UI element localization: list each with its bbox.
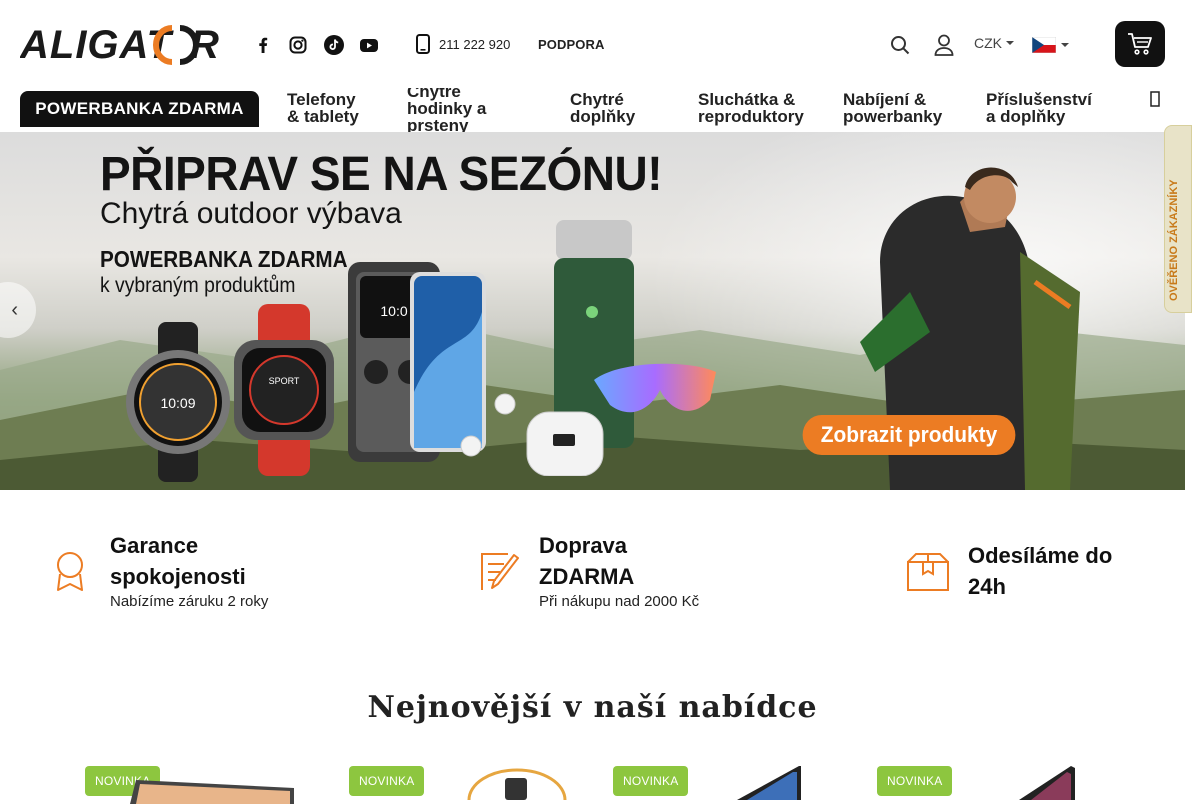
newest-products-heading: Nejnovější v naší nabídce bbox=[367, 690, 818, 725]
phone-number: 211 222 920 bbox=[439, 36, 511, 52]
benefit-title: 24h bbox=[968, 574, 1006, 599]
benefit-title: Garance bbox=[110, 533, 199, 558]
nav-label: prsteny bbox=[407, 116, 469, 132]
user-account-icon[interactable] bbox=[932, 33, 956, 57]
show-products-button[interactable]: Zobrazit produkty bbox=[802, 415, 1016, 455]
product-card[interactable]: NOVINKA bbox=[85, 766, 325, 804]
benefit-free-shipping: Doprava ZDARMA Při nákupu nad 2000 Kč bbox=[478, 530, 699, 610]
nav-label: doplňky bbox=[570, 107, 636, 126]
aligator-logo[interactable]: ALIGAT R bbox=[19, 20, 222, 70]
product-card[interactable]: NOVINKA bbox=[613, 766, 853, 800]
sunglasses-image bbox=[594, 363, 716, 413]
nav-promo-powerbank[interactable]: POWERBANKA ZDARMA bbox=[20, 91, 259, 127]
banner-promo: POWERBANKA ZDARMA bbox=[100, 246, 348, 272]
nav-label: reproduktory bbox=[698, 107, 804, 126]
svg-text:10:09: 10:09 bbox=[160, 395, 195, 411]
benefit-dispatch: Odesíláme do 24h bbox=[906, 540, 1112, 602]
benefit-title: spokojenosti bbox=[110, 564, 246, 589]
chevron-down-icon bbox=[1006, 41, 1014, 45]
cart-button[interactable] bbox=[1115, 21, 1165, 67]
nav-label: Telefony bbox=[287, 90, 356, 109]
svg-text:ALIGAT: ALIGAT bbox=[20, 23, 174, 67]
header: ALIGAT R 211 222 920 PODPORA CZK bbox=[0, 0, 1200, 88]
search-icon[interactable] bbox=[888, 33, 912, 57]
benefit-title: Doprava bbox=[539, 533, 628, 558]
nav-item-smart-watches[interactable]: Chytré hodinky a prsteny bbox=[407, 88, 486, 132]
banner-title: PŘIPRAV SE NA SEZÓNU! bbox=[100, 145, 663, 201]
benefit-title: Odesíláme do bbox=[968, 543, 1113, 568]
nav-item-headphones-speakers[interactable]: Sluchátka & reproduktory bbox=[698, 91, 804, 125]
nav-item-smart-accessories[interactable]: Chytré doplňky bbox=[570, 91, 635, 125]
product-card[interactable]: NOVINKA bbox=[877, 766, 1117, 800]
currency-select[interactable]: CZK bbox=[974, 35, 1014, 51]
nav-item-phones-tablets[interactable]: Telefony & tablety bbox=[287, 91, 359, 125]
pen-icon bbox=[481, 553, 519, 590]
benefit-description: Při nákupu nad 2000 Kč bbox=[539, 593, 700, 610]
banner-subtitle: Chytrá outdoor výbava bbox=[100, 197, 402, 230]
benefit-description: Nabízíme záruku 2 roky bbox=[110, 593, 269, 610]
nav-label: hodinky a bbox=[407, 99, 487, 118]
nav-label: Sluchátka & bbox=[698, 90, 796, 109]
nav-label: a doplňky bbox=[986, 107, 1066, 126]
svg-text:10:0: 10:0 bbox=[380, 303, 407, 319]
award-icon bbox=[57, 552, 83, 591]
product-image bbox=[737, 766, 801, 800]
package-icon bbox=[907, 553, 949, 591]
new-badge: NOVINKA bbox=[877, 766, 953, 796]
chevron-down-icon bbox=[1061, 43, 1069, 47]
smartwatch-image: 10:09 bbox=[126, 322, 230, 482]
cart-icon bbox=[1128, 33, 1152, 55]
nav-label: Chytré bbox=[570, 90, 624, 109]
hero-banner[interactable]: PŘIPRAV SE NA SEZÓNU! Chytrá outdoor výb… bbox=[0, 132, 1185, 490]
category-nav: POWERBANKA ZDARMA Telefony & tablety Chy… bbox=[0, 88, 1185, 132]
verified-customers-badge[interactable]: OVĚŘENO ZÁKAZNÍKY bbox=[1164, 125, 1192, 313]
czech-flag-icon bbox=[1032, 37, 1056, 53]
language-select[interactable] bbox=[1032, 37, 1069, 53]
nav-label: Příslušenství bbox=[986, 90, 1092, 109]
sport-watch-image: SPORT bbox=[234, 304, 334, 476]
svg-text:SPORT: SPORT bbox=[269, 376, 300, 386]
youtube-icon[interactable] bbox=[359, 35, 379, 55]
support-link[interactable]: PODPORA bbox=[538, 37, 604, 52]
nav-item-charging-powerbanks[interactable]: Nabíjení & powerbanky bbox=[843, 91, 942, 125]
nav-label: & tablety bbox=[287, 107, 359, 126]
banner-promo-detail: k vybraným produktům bbox=[100, 274, 296, 297]
facebook-icon[interactable] bbox=[253, 35, 273, 55]
instagram-icon[interactable] bbox=[288, 35, 308, 55]
svg-text:R: R bbox=[190, 23, 219, 67]
benefit-title: ZDARMA bbox=[539, 564, 635, 589]
product-card[interactable]: NOVINKA bbox=[349, 766, 589, 800]
nav-label: powerbanky bbox=[843, 107, 943, 126]
currency-value: CZK bbox=[974, 35, 1002, 51]
product-image bbox=[1019, 766, 1075, 800]
phone-icon bbox=[416, 34, 430, 54]
nav-label: Nabíjení & bbox=[843, 90, 927, 109]
tiktok-icon[interactable] bbox=[324, 35, 344, 55]
badge-text: OVĚŘENO ZÁKAZNÍKY bbox=[1168, 179, 1180, 301]
benefit-guarantee: Garance spokojenosti Nabízíme záruku 2 r… bbox=[50, 530, 268, 610]
product-image bbox=[467, 768, 567, 800]
nav-more-icon[interactable] bbox=[1150, 91, 1160, 112]
new-badge: NOVINKA bbox=[349, 766, 425, 796]
nav-item-accessories[interactable]: Příslušenství a doplňky bbox=[986, 91, 1092, 125]
new-badge: NOVINKA bbox=[613, 766, 689, 796]
earbuds-image bbox=[460, 393, 604, 476]
phone-contact[interactable]: 211 222 920 bbox=[416, 34, 510, 54]
